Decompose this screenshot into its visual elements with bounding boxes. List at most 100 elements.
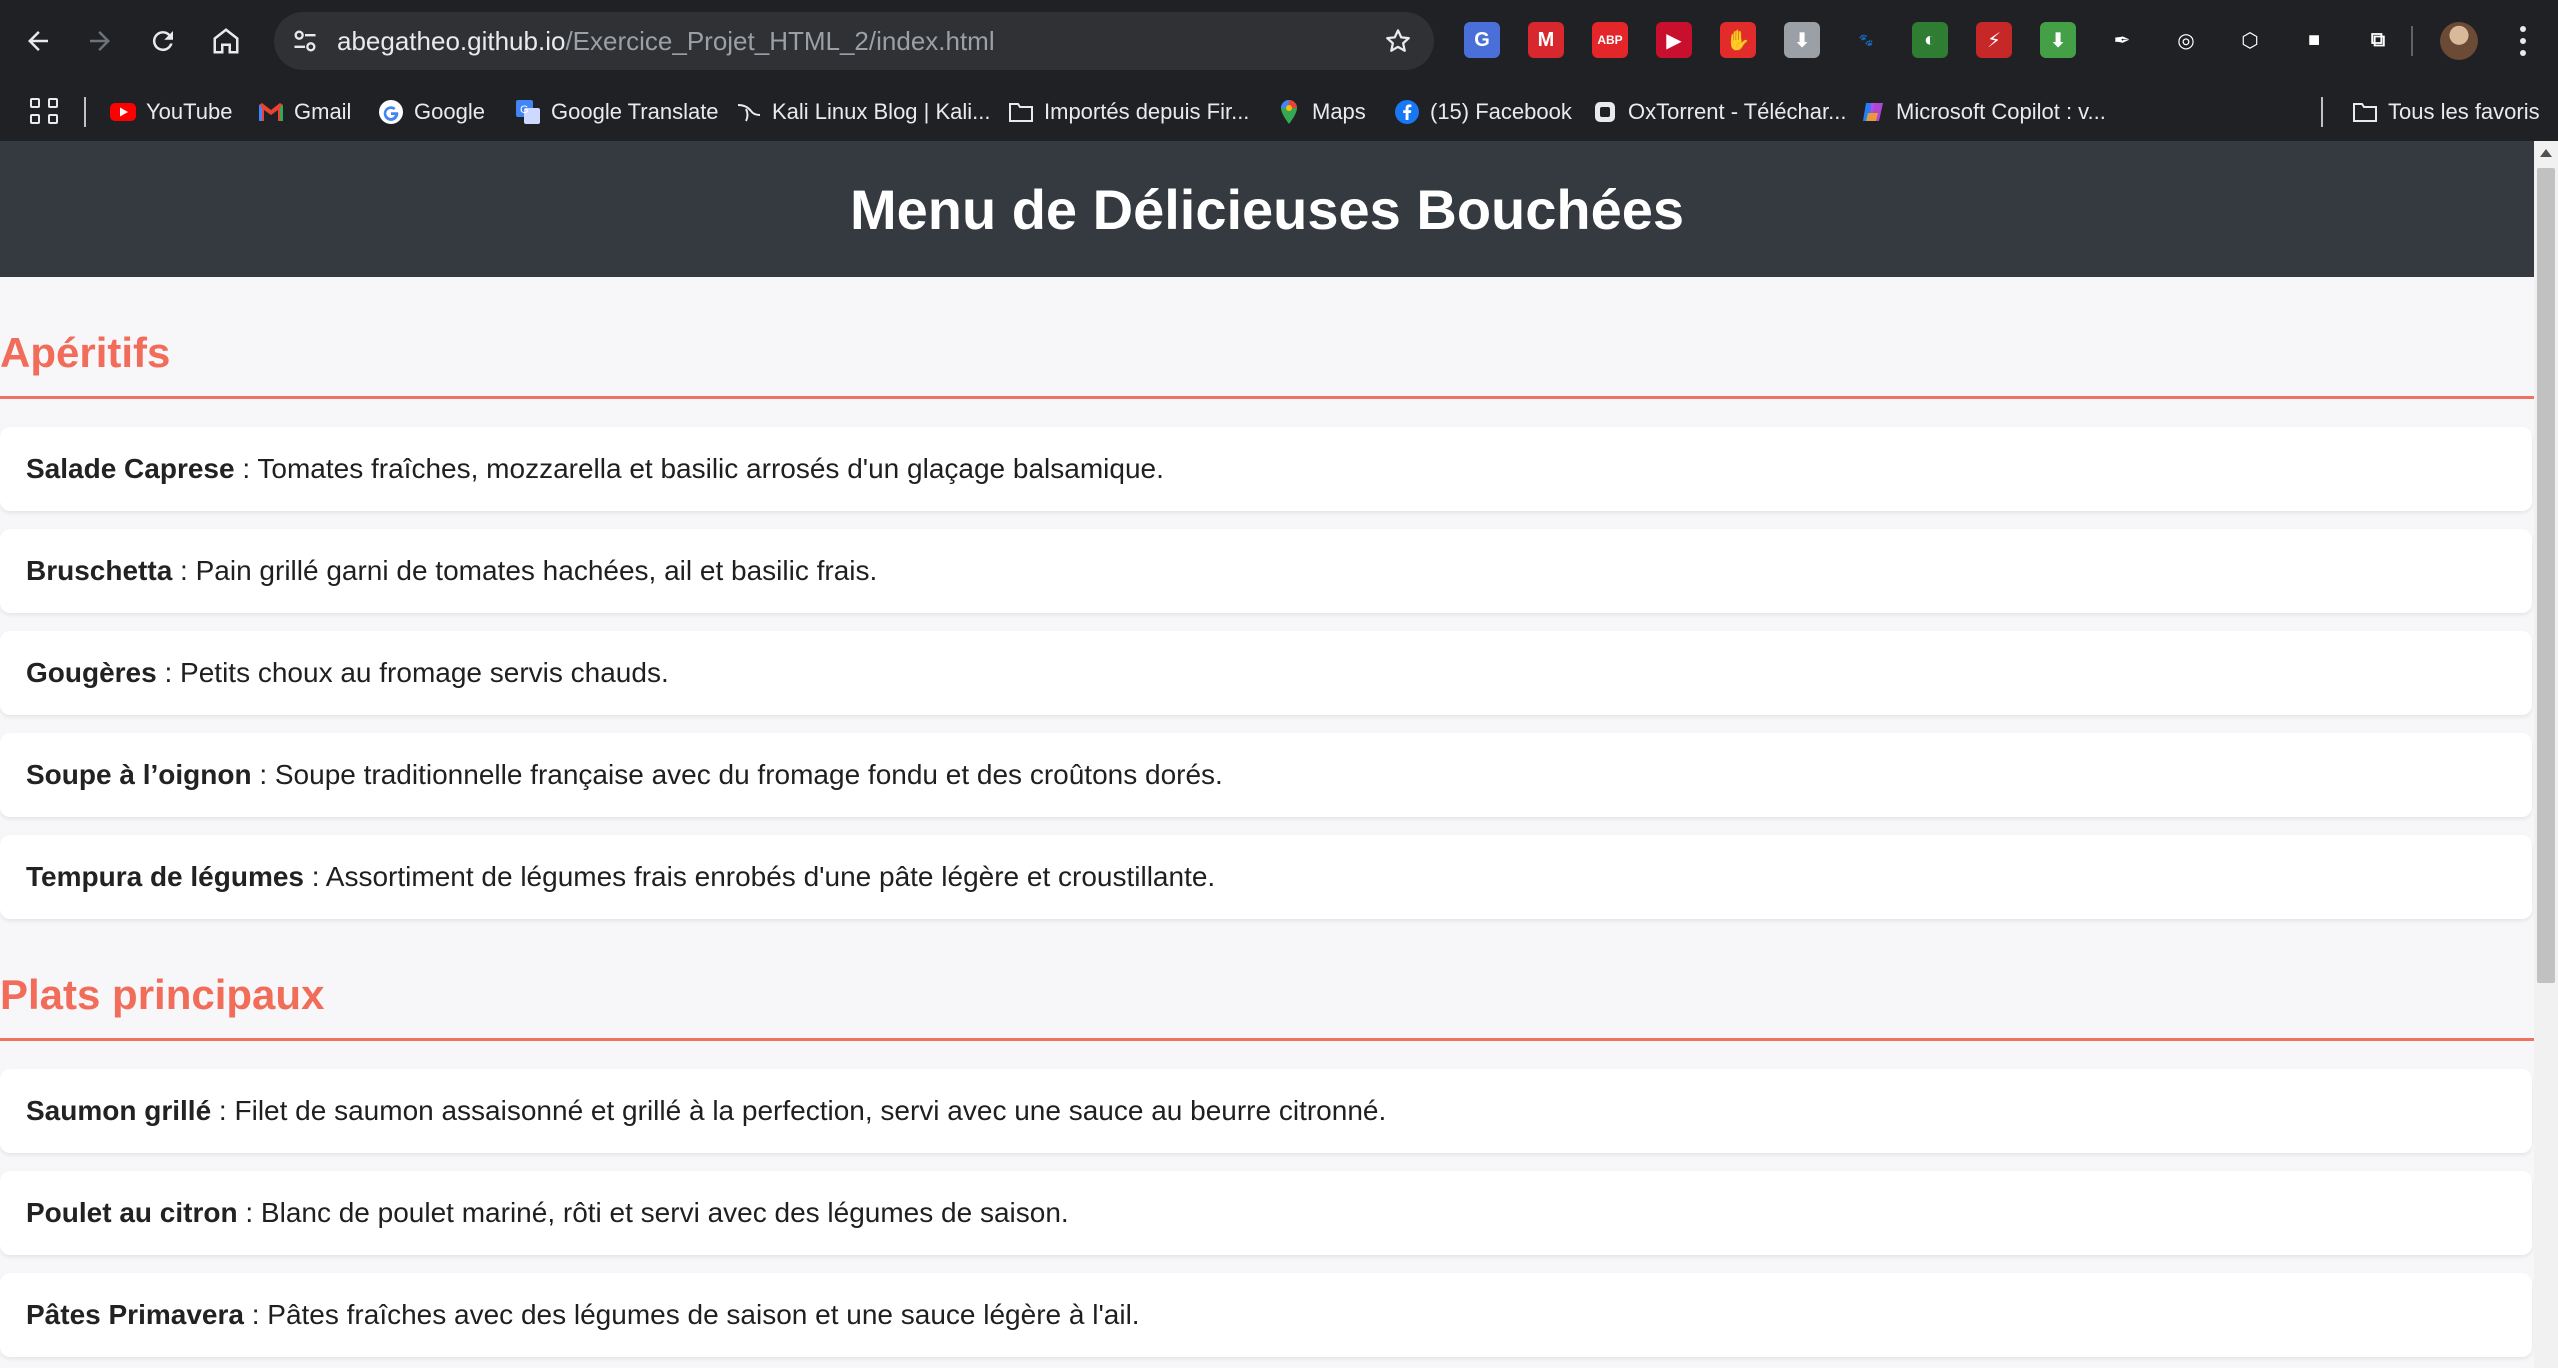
menu-item: Gougères : Petits choux au fromage servi… — [0, 631, 2532, 715]
dish-description: : Blanc de poulet mariné, rôti et servi … — [237, 1197, 1069, 1228]
bookmark-label: Google Translate — [551, 99, 719, 124]
home-icon — [213, 28, 239, 54]
bookmarks-bar: YouTube Gmail Google G Google Translate … — [0, 83, 2558, 141]
address-bar[interactable]: abegatheo.github.io/Exercice_Projet_HTML… — [274, 12, 1434, 70]
bookmark-label: OxTorrent - Téléchar... — [1628, 99, 1847, 124]
back-button[interactable] — [10, 13, 66, 69]
page-scrollbar[interactable] — [2534, 141, 2558, 1368]
youtube-icon — [110, 99, 136, 125]
bookmark-label: YouTube — [146, 99, 233, 124]
video-downloader-extension-icon[interactable]: ▶ — [1656, 22, 1692, 58]
url-path: /Exercice_Projet_HTML_2/index.html — [565, 26, 995, 56]
menu-item: Tempura de légumes : Assortiment de légu… — [0, 835, 2532, 919]
google-icon — [378, 99, 404, 125]
bookmark-label: Gmail — [294, 99, 352, 124]
menu-item: Poulet au citron : Blanc de poulet marin… — [0, 1171, 2532, 1255]
section-aperitifs: Apéritifs Salade Caprese : Tomates fraîc… — [0, 277, 2534, 919]
colorzilla-extension-icon[interactable]: ◎ — [2168, 22, 2204, 58]
page-title: Menu de Délicieuses Bouchées — [849, 177, 1685, 241]
arrow-left-icon — [28, 31, 48, 51]
site-info-icon[interactable] — [288, 25, 322, 57]
folder-icon — [1008, 99, 1034, 125]
bookmarks-divider — [2321, 97, 2323, 127]
section-title: Apéritifs — [0, 329, 171, 376]
bookmark-label: Kali Linux Blog | Kali... — [772, 99, 991, 124]
dish-name: Salade Caprese — [26, 453, 235, 484]
dish-name: Gougères — [26, 657, 157, 688]
bookmark-label: Microsoft Copilot : v... — [1896, 99, 2106, 124]
menu-item: Saumon grillé : Filet de saumon assaison… — [0, 1069, 2532, 1153]
section-title: Plats principaux — [0, 971, 325, 1018]
bookmark-youtube[interactable]: YouTube — [110, 83, 232, 141]
scroll-up-arrow-icon[interactable] — [2540, 149, 2552, 157]
all-bookmarks-label: Tous les favoris — [2388, 99, 2540, 124]
profile-avatar[interactable] — [2440, 22, 2478, 60]
extensions-puzzle-icon[interactable]: ⧉ — [2360, 22, 2396, 58]
arrow-right-icon — [90, 31, 110, 51]
home-button[interactable] — [198, 13, 254, 69]
all-bookmarks-button[interactable]: Tous les favoris — [2352, 83, 2540, 141]
scrollbar-thumb[interactable] — [2537, 168, 2555, 983]
bookmark-google-translate[interactable]: G Google Translate — [515, 83, 719, 141]
bookmark-label: Google — [414, 99, 485, 124]
reload-icon — [152, 31, 173, 52]
browser-chrome: abegatheo.github.io/Exercice_Projet_HTML… — [0, 0, 2558, 141]
bookmark-maps[interactable]: Maps — [1276, 83, 1366, 141]
download-extension-icon[interactable]: ⬇ — [1784, 22, 1820, 58]
adblock-plus-extension-icon[interactable]: ABP — [1592, 22, 1628, 58]
bookmark-label: (15) Facebook — [1430, 99, 1572, 124]
gmail-icon — [258, 99, 284, 125]
web-page: Menu de Délicieuses Bouchées Apéritifs S… — [0, 141, 2534, 1368]
dish-description: : Pâtes fraîches avec des légumes de sai… — [243, 1299, 1140, 1330]
dish-description: : Petits choux au fromage servis chauds. — [156, 657, 669, 688]
color-extension-icon[interactable]: ◐ — [1912, 22, 1948, 58]
url-text[interactable]: abegatheo.github.io/Exercice_Projet_HTML… — [337, 26, 995, 56]
mega-extension-icon[interactable]: M — [1528, 22, 1564, 58]
dish-name: Soupe à l’oignon — [26, 759, 252, 790]
google-translate-icon: G — [515, 99, 541, 125]
star-icon — [1386, 29, 1410, 52]
copilot-icon — [1860, 99, 1886, 125]
bookmarks-divider — [84, 97, 86, 127]
bookmark-gmail[interactable]: Gmail — [258, 83, 351, 141]
bookmark-oxtorrent[interactable]: OxTorrent - Téléchar... — [1592, 83, 1846, 141]
tune-icon — [294, 30, 316, 52]
green-download-extension-icon[interactable]: ⬇ — [2040, 22, 2076, 58]
dish-description: : Soupe traditionnelle française avec du… — [251, 759, 1223, 790]
bookmark-facebook[interactable]: (15) Facebook — [1394, 83, 1572, 141]
bookmark-microsoft-copilot[interactable]: Microsoft Copilot : v... — [1860, 83, 2106, 141]
kali-dragon-icon — [736, 99, 762, 125]
section-plats-principaux: Plats principaux Saumon grillé : Filet d… — [0, 919, 2534, 1357]
url-domain: abegatheo.github.io — [337, 26, 566, 56]
dish-description: : Tomates fraîches, mozzarella et basili… — [234, 453, 1164, 484]
dish-name: Pâtes Primavera — [26, 1299, 244, 1330]
menu-dot-icon — [2520, 38, 2526, 44]
adblock-hand-extension-icon[interactable]: ✋ — [1720, 22, 1756, 58]
browser-menu-button[interactable] — [2505, 20, 2541, 62]
dish-name: Tempura de légumes — [26, 861, 305, 892]
gnome-extension-icon[interactable]: 🐾 — [1848, 22, 1884, 58]
pdf-extension-icon[interactable]: ⚡ — [1976, 22, 2012, 58]
maps-pin-icon — [1276, 99, 1302, 125]
apps-grid-icon[interactable] — [28, 94, 62, 128]
browser-toolbar: abegatheo.github.io/Exercice_Projet_HTML… — [0, 0, 2558, 83]
menu-item: Bruschetta : Pain grillé garni de tomate… — [0, 529, 2532, 613]
eyedropper-extension-icon[interactable]: ✒ — [2104, 22, 2140, 58]
forward-button[interactable] — [72, 13, 128, 69]
google-translate-extension-icon[interactable]: G — [1464, 22, 1500, 58]
bookmark-folder-imported[interactable]: Importés depuis Fir... — [1008, 83, 1249, 141]
cube-extension-icon[interactable]: ⬡ — [2232, 22, 2268, 58]
oxtorrent-icon — [1592, 99, 1618, 125]
dish-description: : Assortiment de légumes frais enrobés d… — [304, 861, 1216, 892]
reload-button[interactable] — [135, 13, 191, 69]
dish-description: : Filet de saumon assaisonné et grillé à… — [211, 1095, 1387, 1126]
pinned-extension-icon[interactable]: ■ — [2296, 22, 2332, 58]
menu-dot-icon — [2520, 50, 2526, 56]
menu-dot-icon — [2520, 26, 2526, 32]
bookmark-google[interactable]: Google — [378, 83, 485, 141]
bookmark-star-button[interactable] — [1380, 23, 1416, 59]
menu-item: Soupe à l’oignon : Soupe traditionnelle … — [0, 733, 2532, 817]
bookmark-label: Maps — [1312, 99, 1366, 124]
bookmark-kali-linux[interactable]: Kali Linux Blog | Kali... — [736, 83, 991, 141]
dish-name: Bruschetta — [26, 555, 173, 586]
